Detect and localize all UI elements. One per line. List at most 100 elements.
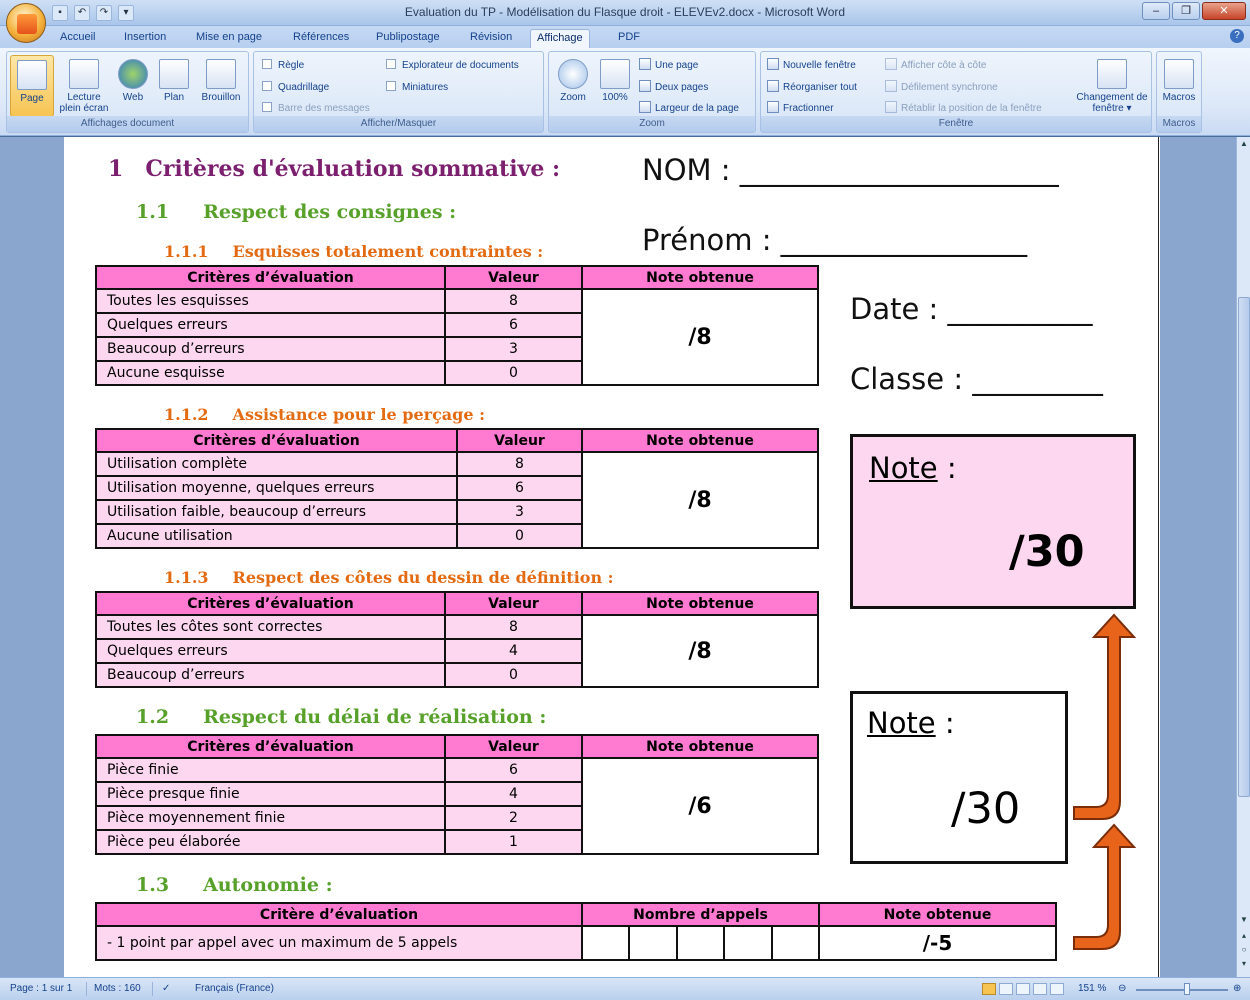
two-pages-button[interactable]: Deux pages [639, 80, 708, 96]
arrange-all-button[interactable]: Réorganiser tout [767, 80, 857, 96]
tab-references[interactable]: Références [287, 29, 355, 48]
document-map-checkbox[interactable]: Explorateur de documents [386, 58, 519, 74]
checkbox-icon [386, 59, 396, 69]
zoom-level[interactable]: 151 % [1078, 983, 1106, 994]
view-buttons [982, 983, 1064, 995]
close-button[interactable]: ✕ [1202, 2, 1246, 20]
full-screen-icon[interactable] [999, 983, 1013, 995]
magnifier-icon [558, 59, 588, 89]
orange-arrows [1073, 613, 1137, 950]
macros-button[interactable]: Macros [1157, 55, 1201, 117]
thumbnails-checkbox[interactable]: Miniatures [386, 80, 448, 96]
next-page-icon[interactable]: ▾ [1238, 957, 1250, 971]
scroll-down-icon[interactable]: ▼ [1238, 913, 1250, 927]
view-page-button[interactable]: Page [10, 55, 54, 117]
tab-accueil[interactable]: Accueil [54, 29, 101, 48]
reset-window-button[interactable]: Rétablir la position de la fenêtre [885, 101, 1042, 117]
zoom-in-icon[interactable]: ⊕ [1233, 983, 1241, 994]
tab-mise-en-page[interactable]: Mise en page [190, 29, 268, 48]
window-controls: ‒ ❐ ✕ [1142, 2, 1246, 20]
tab-revision[interactable]: Révision [464, 29, 518, 48]
one-page-icon [639, 58, 651, 70]
view-plan-button[interactable]: Plan [152, 55, 196, 117]
office-button[interactable] [6, 3, 46, 43]
switch-window-icon [1097, 59, 1127, 89]
tab-affichage[interactable]: Affichage [530, 29, 590, 48]
document-area: 1 Critères d'évaluation sommative : 1.1 Re… [0, 137, 1236, 977]
checkbox-icon [262, 59, 272, 69]
restore-button[interactable]: ❐ [1172, 2, 1200, 20]
checkbox-icon [386, 81, 396, 91]
group-afficher-masquer: Règle Quadrillage Barre des messages Exp… [253, 51, 544, 133]
status-separator [152, 982, 153, 996]
ribbon: Page Lecture plein écran Web Plan Brouil… [0, 48, 1250, 136]
tab-insertion[interactable]: Insertion [118, 29, 172, 48]
zoom-button[interactable]: Zoom [551, 55, 595, 117]
web-layout-icon[interactable] [1016, 983, 1030, 995]
message-bar-checkbox[interactable]: Barre des messages [262, 101, 370, 117]
outline-icon[interactable] [1033, 983, 1047, 995]
new-window-button[interactable]: Nouvelle fenêtre [767, 58, 856, 74]
new-window-icon [767, 58, 779, 70]
page-100-icon [600, 59, 630, 89]
vertical-scrollbar[interactable]: ▲ ▼ ▴ ○ ▾ [1236, 137, 1250, 977]
two-pages-icon [639, 80, 651, 92]
group-label: Fenêtre [761, 116, 1151, 132]
zoom-out-icon[interactable]: ⊖ [1118, 983, 1126, 994]
word-count[interactable]: Mots : 160 [94, 983, 141, 994]
tab-publipostage[interactable]: Publipostage [370, 29, 446, 48]
language[interactable]: Français (France) [195, 983, 274, 994]
page-border [1158, 137, 1159, 977]
reset-window-icon [885, 101, 897, 113]
outline-view-icon [159, 59, 189, 89]
help-icon[interactable]: ? [1230, 29, 1244, 43]
zoom-slider[interactable] [1136, 989, 1228, 991]
scroll-up-icon[interactable]: ▲ [1238, 137, 1250, 151]
office-logo-icon [17, 14, 37, 34]
checkbox-icon [262, 102, 272, 112]
group-fenetre: Nouvelle fenêtre Réorganiser tout Fracti… [760, 51, 1152, 133]
window-title: Evaluation du TP - Modélisation du Flasq… [404, 5, 846, 19]
group-zoom: Zoom 100% Une page Deux pages Largeur de… [548, 51, 756, 133]
arrow-lower [1073, 823, 1137, 950]
page-count[interactable]: Page : 1 sur 1 [10, 983, 72, 994]
one-page-button[interactable]: Une page [639, 58, 698, 74]
side-by-side-button[interactable]: Afficher côte à côte [885, 58, 986, 74]
page-view-icon [17, 60, 47, 90]
view-reading-button[interactable]: Lecture plein écran [59, 55, 109, 117]
zoom-100-button[interactable]: 100% [593, 55, 637, 117]
document-page: 1 Critères d'évaluation sommative : 1.1 Re… [64, 137, 1160, 977]
minimize-button[interactable]: ‒ [1142, 2, 1170, 20]
ruler-checkbox[interactable]: Règle [262, 58, 304, 74]
spellcheck-icon[interactable]: ✓ [162, 983, 170, 994]
sync-scroll-icon [885, 80, 897, 92]
scroll-thumb[interactable] [1238, 297, 1250, 797]
macros-icon [1164, 59, 1194, 89]
side-by-side-icon [885, 58, 897, 70]
browse-object-icon[interactable]: ○ [1238, 943, 1250, 957]
view-draft-button[interactable]: Brouillon [197, 55, 245, 117]
gridlines-checkbox[interactable]: Quadrillage [262, 80, 329, 96]
globe-icon [118, 59, 148, 89]
group-macros: Macros Macros [1156, 51, 1202, 133]
tab-pdf[interactable]: PDF [612, 29, 646, 48]
title-bar: ▪ ↶ ↷ ▾ Evaluation du TP - Modélisation … [0, 0, 1250, 26]
arrange-icon [767, 80, 779, 92]
draft-icon[interactable] [1050, 983, 1064, 995]
group-label: Macros [1157, 116, 1201, 132]
page-width-icon [639, 101, 651, 113]
view-web-button[interactable]: Web [111, 55, 155, 117]
group-label: Afficher/Masquer [254, 116, 543, 132]
print-layout-icon[interactable] [982, 983, 996, 995]
zoom-slider-thumb[interactable] [1184, 983, 1190, 995]
sync-scroll-button[interactable]: Défilement synchrone [885, 80, 998, 96]
switch-window-button[interactable]: Changement de fenêtre ▾ [1075, 55, 1149, 117]
group-affichages-document: Page Lecture plein écran Web Plan Brouil… [6, 51, 249, 133]
group-label: Affichages document [7, 116, 248, 132]
page-width-button[interactable]: Largeur de la page [639, 101, 739, 117]
split-button[interactable]: Fractionner [767, 101, 834, 117]
previous-page-icon[interactable]: ▴ [1238, 929, 1250, 943]
arrow-upper [1073, 613, 1137, 820]
status-separator [86, 982, 87, 996]
draft-view-icon [206, 59, 236, 89]
